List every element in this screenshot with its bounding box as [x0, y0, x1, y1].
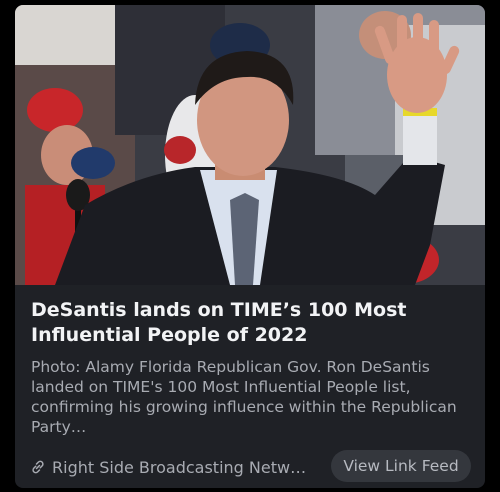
view-link-feed-button[interactable]: View Link Feed: [331, 450, 471, 482]
source-name: Right Side Broadcasting Netw…: [52, 457, 307, 477]
source-link[interactable]: Right Side Broadcasting Netw…: [29, 454, 319, 480]
article-description: Photo: Alamy Florida Republican Gov. Ron…: [31, 358, 457, 436]
link-icon: [32, 460, 44, 474]
link-preview-card[interactable]: DeSantis lands on TIME’s 100 Most Influe…: [15, 5, 485, 488]
article-photo[interactable]: [15, 5, 485, 285]
article-title[interactable]: DeSantis lands on TIME’s 100 Most Influe…: [31, 298, 471, 348]
photo-illustration: [15, 5, 485, 285]
card-footer: Right Side Broadcasting Netw… View Link …: [29, 448, 471, 484]
